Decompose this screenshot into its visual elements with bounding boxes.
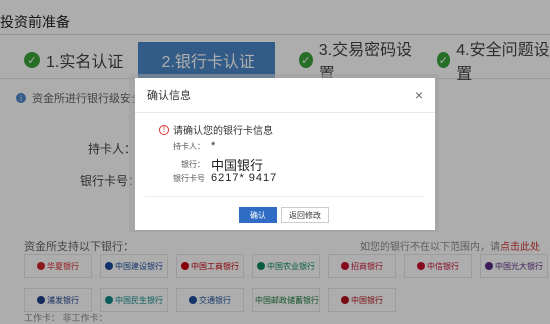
bank-label: 银行： <box>181 160 205 169</box>
confirm-info-dialog: 确认信息 × ! 请确认您的银行卡信息 持卡人： * 银行： 中国银行 银行卡号… <box>135 78 435 230</box>
dialog-divider <box>145 196 425 197</box>
card-row: 银行卡号 6217* 9417 <box>159 172 277 184</box>
back-edit-button[interactable]: 返回修改 <box>281 207 329 223</box>
holder-label: 持卡人： <box>173 141 205 151</box>
confirm-alert: ! 请确认您的银行卡信息 <box>159 122 273 137</box>
holder-row: 持卡人： * <box>159 140 215 152</box>
dialog-title: 确认信息 <box>147 90 191 102</box>
confirm-button[interactable]: 确认 <box>239 207 277 223</box>
warning-icon: ! <box>159 124 169 135</box>
dialog-header: 确认信息 × <box>135 78 435 113</box>
holder-value: * <box>211 140 216 152</box>
card-label: 银行卡号 <box>173 173 205 183</box>
card-value: 6217* 9417 <box>211 172 278 184</box>
alert-text: 请确认您的银行卡信息 <box>173 126 273 137</box>
close-icon[interactable]: × <box>415 87 423 103</box>
